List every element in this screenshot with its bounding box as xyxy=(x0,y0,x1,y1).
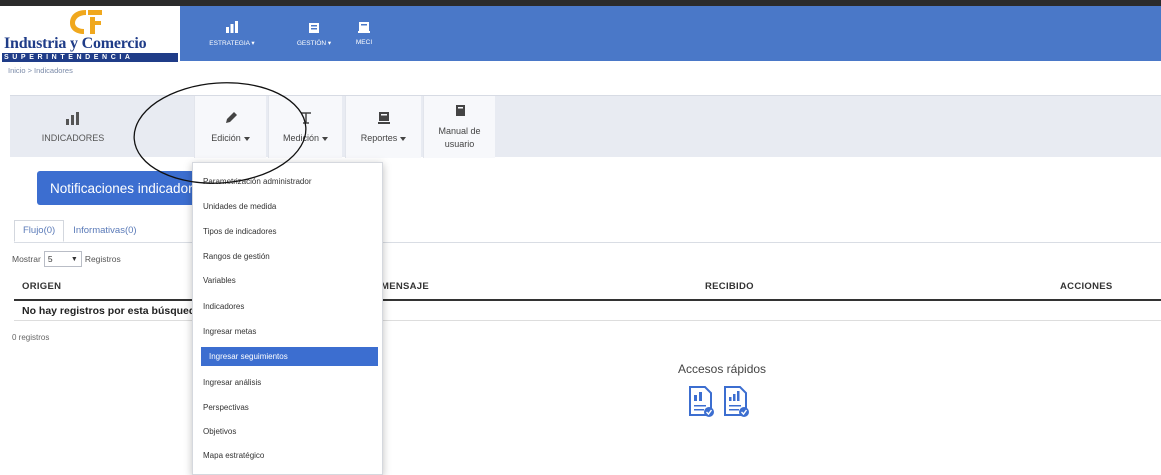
manual-label-2: usuario xyxy=(444,139,475,149)
breadcrumb[interactable]: Inicio > Indicadores xyxy=(8,66,73,75)
menu-item-ingresar-metas[interactable]: Ingresar metas xyxy=(203,327,256,336)
indicators-icon xyxy=(66,112,79,125)
quick-access-title: Accesos rápidos xyxy=(678,362,767,376)
module-toolbar: INDICADORES Edición Medición Reportes Ma… xyxy=(10,95,1161,158)
manual-usuario-button[interactable]: Manual de usuario xyxy=(423,96,495,158)
edicion-menu-button[interactable]: Edición xyxy=(194,96,266,158)
page-length-select[interactable]: 5 ▼ xyxy=(43,251,82,267)
table-empty-row: No hay registros por esta búsqueda xyxy=(14,301,1161,321)
menu-item-ingresar-analisis[interactable]: Ingresar análisis xyxy=(203,378,261,387)
tab-flujo[interactable]: Flujo(0) xyxy=(14,220,65,242)
medicion-label: Medición xyxy=(283,133,329,143)
measure-icon xyxy=(300,112,311,124)
empty-message: No hay registros por esta búsqueda xyxy=(22,305,202,317)
menu-item-ingresar-seguimientos[interactable]: Ingresar seguimientos xyxy=(201,347,378,366)
menu-item-objetivos[interactable]: Objetivos xyxy=(203,427,236,436)
edicion-dropdown-menu: Parametrización administrador Unidades d… xyxy=(192,162,383,475)
topnav-label: ESTRATEGIA ▾ xyxy=(209,39,255,47)
topnav-label: MECI xyxy=(355,39,373,46)
page-length-control: Mostrar 5 ▼ Registros xyxy=(12,251,121,267)
module-home-indicadores[interactable]: INDICADORES xyxy=(18,96,128,158)
column-header-acciones[interactable]: ACCIONES xyxy=(1060,281,1113,292)
strategy-icon xyxy=(226,20,238,33)
tab-informativas[interactable]: Informativas(0) xyxy=(64,220,145,242)
module-title: INDICADORES xyxy=(41,133,105,143)
caret-down-icon xyxy=(322,136,329,141)
quick-access-chart-icon[interactable] xyxy=(722,384,750,418)
mostrar-label: Mostrar xyxy=(12,254,41,264)
menu-item-indicadores[interactable]: Indicadores xyxy=(203,302,244,311)
notification-tabs: Flujo(0) Informativas(0) xyxy=(14,220,146,242)
meci-icon xyxy=(358,22,370,33)
topnav-meci[interactable]: MECI xyxy=(344,6,384,61)
chevron-down-icon: ▼ xyxy=(70,255,78,263)
column-header-recibido[interactable]: RECIBIDO xyxy=(705,281,754,292)
column-header-origen[interactable]: ORIGEN xyxy=(22,281,61,292)
topnav-label: GESTIÓN ▾ xyxy=(296,39,332,47)
menu-item-variables[interactable]: Variables xyxy=(203,276,236,285)
page-length-value: 5 xyxy=(47,254,53,264)
caret-down-icon xyxy=(243,136,250,141)
notificaciones-indicadores-button[interactable]: Notificaciones indicadores xyxy=(37,171,197,205)
medicion-menu-button[interactable]: Medición xyxy=(268,96,342,158)
report-icon xyxy=(377,112,390,124)
menu-item-parametrizacion[interactable]: Parametrización administrador xyxy=(203,177,312,186)
reportes-label: Reportes xyxy=(361,133,407,143)
management-icon xyxy=(309,22,319,33)
menu-item-perspectivas[interactable]: Perspectivas xyxy=(203,403,249,412)
registros-label: Registros xyxy=(84,254,121,264)
sic-logo-icon xyxy=(70,10,102,34)
menu-item-tipos-indicadores[interactable]: Tipos de indicadores xyxy=(203,227,277,236)
record-count: 0 registros xyxy=(12,333,50,342)
brand-subtitle: SUPERINTENDENCIA xyxy=(2,53,178,62)
column-header-mensaje[interactable]: MENSAJE xyxy=(381,281,429,292)
edit-icon xyxy=(225,112,237,123)
menu-item-rangos-gestion[interactable]: Rangos de gestión xyxy=(203,252,270,261)
manual-icon xyxy=(455,105,465,116)
topnav-estrategia[interactable]: ESTRATEGIA ▾ xyxy=(198,6,266,61)
menu-item-unidades-medida[interactable]: Unidades de medida xyxy=(203,202,276,211)
brand-logo[interactable]: Industria y Comercio SUPERINTENDENCIA xyxy=(0,6,180,62)
reportes-menu-button[interactable]: Reportes xyxy=(345,96,421,158)
quick-access-report-icon[interactable] xyxy=(687,384,715,418)
caret-down-icon xyxy=(400,136,407,141)
brand-name: Industria y Comercio xyxy=(4,35,147,52)
manual-label-1: Manual de xyxy=(438,126,481,136)
tabs-divider xyxy=(14,242,1161,243)
menu-item-mapa-estrategico[interactable]: Mapa estratégico xyxy=(203,451,264,460)
topnav-gestion[interactable]: GESTIÓN ▾ xyxy=(288,6,340,61)
edicion-label: Edición xyxy=(211,133,250,143)
